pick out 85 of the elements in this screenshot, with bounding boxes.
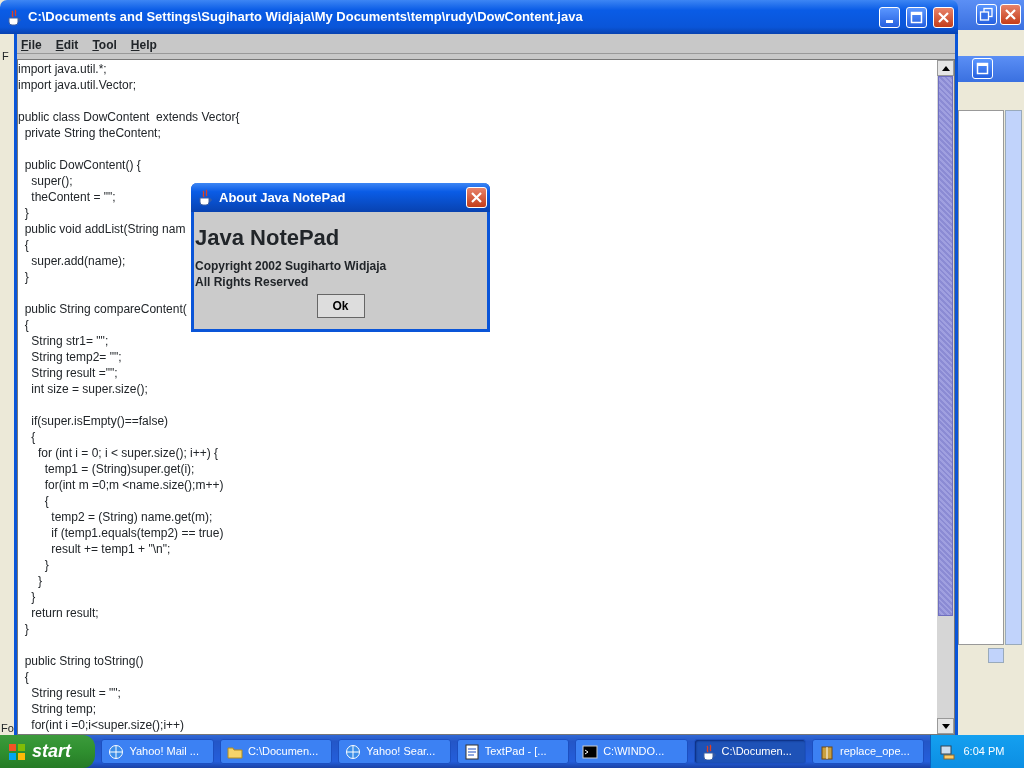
document-icon <box>463 743 480 760</box>
code-line: } <box>43 557 49 573</box>
code-line: } <box>37 573 42 589</box>
scroll-up-button[interactable] <box>937 60 954 76</box>
code-line: } <box>30 589 36 605</box>
taskbar-button[interactable]: Yahoo! Mail ... <box>101 739 214 764</box>
status-label: Fo <box>1 721 14 736</box>
code-line: String result =""; <box>30 365 118 381</box>
code-line: theContent = ""; <box>30 189 116 205</box>
down-arrow-icon <box>941 723 950 729</box>
code-line: private String theContent; <box>23 125 161 141</box>
menu-item[interactable]: Help <box>130 36 157 53</box>
code-line: { <box>23 237 29 253</box>
close-button[interactable] <box>1000 4 1021 25</box>
text-editor[interactable] <box>17 59 955 735</box>
code-line: super(); <box>30 173 73 189</box>
coffee-cup-icon <box>6 8 22 26</box>
restore-glyph-icon <box>977 5 996 24</box>
terminal-icon <box>582 743 599 760</box>
up-arrow-icon <box>941 65 950 71</box>
code-line: for(int i =0;i<super.size();i++) <box>30 717 185 733</box>
globe-icon <box>108 743 125 760</box>
windows-logo-icon <box>8 742 26 761</box>
taskbar-button[interactable]: Yahoo! Sear... <box>338 739 451 764</box>
code-line: super.add(name); <box>30 253 126 269</box>
code-line: { <box>23 669 29 685</box>
code-line: int size = super.size(); <box>30 381 148 397</box>
globe-icon <box>345 743 362 760</box>
code-line: public void addList(String nam <box>23 221 186 237</box>
code-line: public String compareContent( <box>23 301 187 317</box>
code-line: String result = ""; <box>30 685 121 701</box>
taskbar-button[interactable]: C:\Documen... <box>219 739 333 764</box>
code-line: { <box>43 493 49 509</box>
code-line: String str1= ""; <box>30 333 109 349</box>
dialog-title: About Java NotePad <box>219 188 347 207</box>
code-line: { <box>23 317 29 333</box>
taskbar-button[interactable]: C:\Documen... <box>693 739 806 764</box>
code-line: public DowContent() { <box>23 157 141 173</box>
taskbar-button[interactable]: replace_ope... <box>812 739 925 764</box>
scroll-down-button[interactable] <box>937 718 954 734</box>
code-line: import java.util.*; <box>18 61 107 77</box>
scrollbar[interactable] <box>1005 110 1022 645</box>
maximize-button[interactable] <box>972 58 993 79</box>
ok-button[interactable]: Ok <box>316 294 365 318</box>
code-line: for (int i = 0; i < super.size(); i++) { <box>37 445 219 461</box>
code-line: } <box>23 269 29 285</box>
taskbar-button[interactable]: C:\WINDO... <box>575 739 688 764</box>
close-button[interactable] <box>466 187 487 208</box>
taskbar-button[interactable]: TextPad - [... <box>456 739 570 764</box>
code-line: return result; <box>30 605 99 621</box>
code-line: for(int m =0;m <name.size();m++) <box>43 477 224 493</box>
toolbar-label: F <box>2 49 9 64</box>
code-line: temp1 = (String)super.get(i); <box>43 461 195 477</box>
code-line: result += temp1 + "\n"; <box>50 541 171 557</box>
dialog-text: All Rights Reserved <box>195 274 310 290</box>
code-line: String temp2= ""; <box>30 349 122 365</box>
minimize-glyph-icon <box>886 19 893 23</box>
menu-item[interactable]: File <box>21 36 42 53</box>
code-line: String temp; <box>30 701 97 717</box>
archive-icon <box>819 743 835 760</box>
dialog-heading: Java NotePad <box>195 224 341 252</box>
code-line: { <box>30 429 36 445</box>
code-line: import java.util.Vector; <box>18 77 137 93</box>
coffee-cup-icon <box>197 189 213 206</box>
dialog-text: Copyright 2002 Sugiharto Widjaja <box>195 258 388 274</box>
menu-item[interactable]: Edit <box>55 36 79 53</box>
code-line: } <box>23 205 29 221</box>
minimize-button[interactable] <box>879 6 900 28</box>
scroll-thumb[interactable] <box>938 76 953 616</box>
code-line: if(super.isEmpty()==false) <box>30 413 169 429</box>
code-line: temp2 = (String) name.get(m); <box>50 509 213 525</box>
close-button[interactable] <box>933 6 954 28</box>
code-line: public String toString() <box>23 653 144 669</box>
restore-button[interactable] <box>976 4 997 25</box>
start-button[interactable]: start <box>0 735 96 768</box>
maximize-button[interactable] <box>906 6 927 28</box>
network-icon <box>939 743 956 760</box>
window-title: C:\Documents and Settings\Sugiharto Widjaja\My Documents\temp\rudy\DowContent.java <box>28 8 584 27</box>
coffee-cup-icon <box>700 743 717 760</box>
menu-item[interactable]: Tool <box>92 36 117 53</box>
code-line: if (temp1.equals(temp2) == true) <box>50 525 224 541</box>
scrollbar[interactable] <box>937 60 954 734</box>
code-line: public class DowContent extends Vector{ <box>18 109 240 125</box>
clock: 6:04 PM <box>963 744 1005 760</box>
code-line: } <box>23 621 29 637</box>
